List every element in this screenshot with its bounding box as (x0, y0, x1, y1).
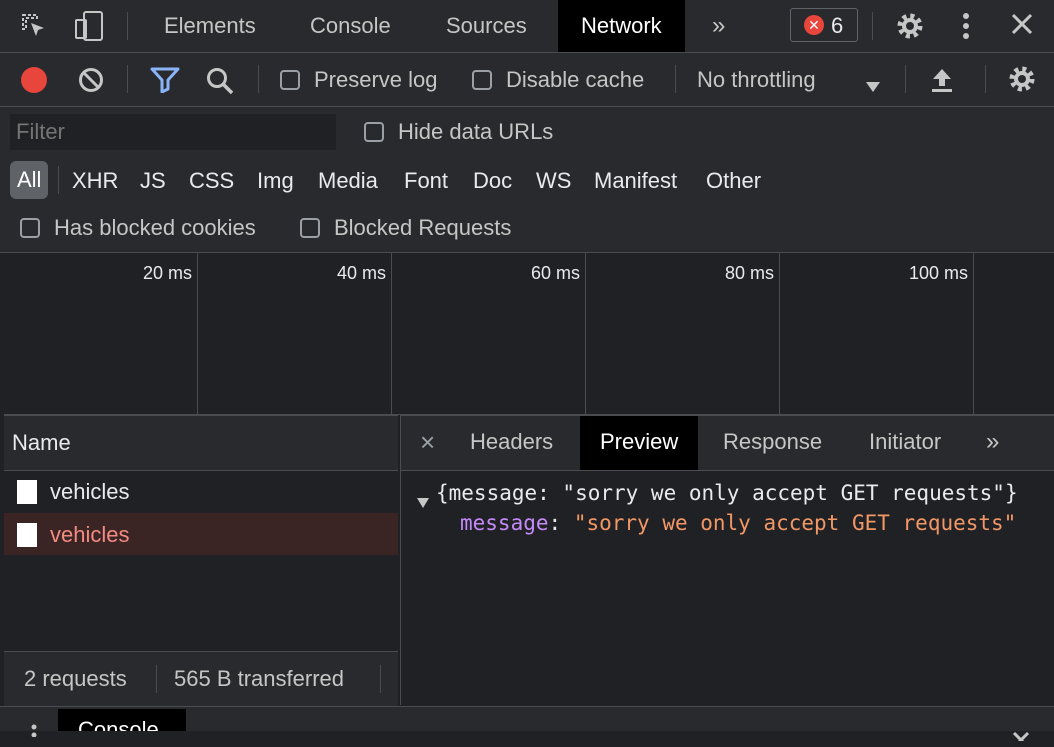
request-details-pane: × Headers Preview Response Initiator » {… (401, 415, 1054, 705)
blocked-requests-checkbox[interactable] (300, 218, 320, 238)
request-name: vehicles (50, 479, 130, 504)
drawer-tab-bar: Console (0, 706, 1054, 747)
network-settings-gear-icon[interactable] (1006, 63, 1038, 101)
device-toolbar-icon[interactable] (74, 10, 104, 42)
error-count: 6 (831, 13, 844, 38)
drawer-tab-console[interactable]: Console (58, 709, 186, 731)
blocked-requests-label[interactable]: Blocked Requests (334, 215, 511, 241)
filter-input[interactable] (10, 114, 336, 150)
filter-type-ws[interactable]: WS (536, 168, 571, 194)
preserve-log-label[interactable]: Preserve log (314, 67, 438, 93)
tab-initiator[interactable]: Initiator (850, 416, 960, 470)
has-blocked-cookies-checkbox[interactable] (20, 218, 40, 238)
drawer-tab-label: Console (78, 717, 159, 731)
tab-console[interactable]: Console (292, 0, 409, 52)
filter-type-other[interactable]: Other (706, 168, 761, 194)
filter-type-css[interactable]: CSS (189, 168, 234, 194)
timeline-label: 20 ms (142, 263, 192, 283)
network-toolbar: Preserve log Disable cache No throttling (0, 53, 1054, 107)
disable-cache-checkbox[interactable] (472, 70, 492, 90)
filter-type-doc[interactable]: Doc (473, 168, 512, 194)
json-value: "sorry we only accept GET requests" (573, 511, 1017, 535)
tab-preview[interactable]: Preview (580, 416, 699, 470)
request-count: 2 requests (24, 666, 127, 691)
filter-type-manifest[interactable]: Manifest (594, 168, 677, 194)
tab-response[interactable]: Response (704, 416, 841, 470)
more-tabs-icon[interactable]: » (712, 12, 725, 40)
settings-gear-icon[interactable] (894, 10, 926, 48)
transferred-size: 565 B transferred (174, 666, 344, 691)
requests-header[interactable]: Name (4, 415, 398, 471)
expand-triangle-icon[interactable] (416, 489, 430, 515)
timeline-label: 60 ms (530, 263, 580, 283)
tab-sources[interactable]: Sources (428, 0, 545, 52)
timeline-overview[interactable]: 20 ms 40 ms 60 ms 80 ms 100 ms (4, 253, 1054, 415)
chevron-down-icon[interactable] (865, 73, 881, 99)
request-row-selected-error[interactable]: vehicles (4, 513, 398, 555)
tab-elements[interactable]: Elements (146, 0, 274, 52)
close-devtools-icon[interactable] (1010, 12, 1034, 42)
more-options-icon[interactable] (956, 10, 976, 48)
error-badge[interactable]: ✕ 6 (790, 8, 858, 42)
filter-type-img[interactable]: Img (257, 168, 294, 194)
timeline-label: 80 ms (724, 263, 774, 283)
filter-type-js[interactable]: JS (140, 168, 166, 194)
error-icon: ✕ (804, 15, 824, 35)
preserve-log-checkbox[interactable] (280, 70, 300, 90)
throttling-select[interactable]: No throttling (697, 67, 816, 93)
clear-icon[interactable] (78, 67, 104, 99)
disable-cache-label[interactable]: Disable cache (506, 67, 644, 93)
json-key: message (460, 511, 549, 535)
close-details-icon[interactable]: × (420, 427, 435, 458)
search-icon[interactable] (205, 66, 235, 102)
requests-pane: Name vehicles vehicles 2 requests 565 B … (4, 415, 401, 706)
hide-data-urls-label[interactable]: Hide data URLs (398, 119, 553, 145)
document-icon (17, 523, 37, 547)
import-har-icon[interactable] (930, 67, 954, 99)
tab-headers[interactable]: Headers (451, 416, 572, 470)
name-column-header[interactable]: Name (12, 430, 71, 456)
request-name: vehicles (50, 522, 130, 547)
preview-json-property[interactable]: message: "sorry we only accept GET reque… (460, 511, 1016, 535)
drawer-menu-icon[interactable] (30, 717, 38, 743)
filter-icon[interactable] (150, 67, 180, 99)
devtools-tab-bar: Elements Console Sources Network » ✕ 6 (0, 0, 1054, 53)
filter-type-font[interactable]: Font (404, 168, 448, 194)
filter-type-all[interactable]: All (10, 161, 49, 199)
has-blocked-cookies-label[interactable]: Has blocked cookies (54, 215, 256, 241)
json-colon: : (548, 511, 574, 535)
close-drawer-icon[interactable] (1012, 721, 1030, 747)
record-icon[interactable] (21, 67, 47, 93)
filter-type-xhr[interactable]: XHR (72, 168, 118, 194)
tab-network[interactable]: Network (558, 0, 685, 52)
network-status-bar: 2 requests 565 B transferred (4, 651, 398, 706)
inspect-element-icon[interactable] (20, 12, 48, 40)
filter-type-media[interactable]: Media (318, 168, 378, 194)
timeline-label: 40 ms (336, 263, 386, 283)
preview-json-summary[interactable]: {message: "sorry we only accept GET requ… (436, 481, 1018, 505)
document-icon (17, 480, 37, 504)
more-tabs-icon[interactable]: » (986, 428, 999, 456)
timeline-label: 100 ms (908, 263, 968, 283)
request-row[interactable]: vehicles (4, 470, 398, 512)
hide-data-urls-checkbox[interactable] (364, 122, 384, 142)
details-tab-bar: × Headers Preview Response Initiator » (401, 415, 1054, 471)
